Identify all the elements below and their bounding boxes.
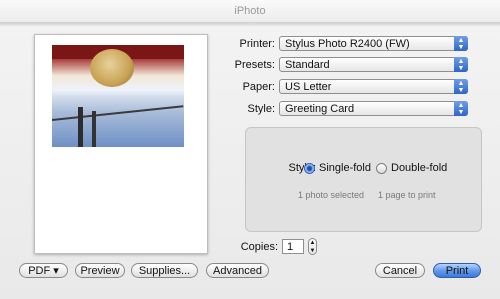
print-dialog: iPhoto Printer: Stylus Photo R2400 (FW) … — [0, 0, 500, 299]
pdf-button[interactable]: PDF ▾ — [19, 263, 68, 278]
popup-arrows-icon: ▲ ▼ — [454, 79, 468, 94]
printer-value: Stylus Photo R2400 (FW) — [285, 38, 410, 50]
paper-value: US Letter — [285, 81, 332, 93]
paper-label: Paper: — [242, 81, 275, 93]
photo-tower — [78, 107, 83, 147]
paper-popup[interactable]: US Letter ▲ ▼ — [279, 79, 468, 94]
sheet-edge — [0, 22, 500, 26]
advanced-button[interactable]: Advanced — [206, 263, 269, 278]
printer-label: Printer: — [239, 38, 275, 50]
copies-input[interactable]: 1 — [282, 239, 304, 254]
popup-arrows-icon: ▲ ▼ — [454, 36, 468, 51]
preview-button[interactable]: Preview — [75, 263, 125, 278]
photo-preview — [52, 45, 184, 147]
print-preview-page — [34, 34, 208, 254]
popup-arrows-icon: ▲ ▼ — [454, 57, 468, 72]
style-label: Style: — [247, 103, 275, 115]
photo-hair — [90, 49, 134, 87]
single-fold-label[interactable]: Single-fold — [319, 162, 371, 174]
photo-bridge — [52, 105, 184, 121]
photos-selected-text: 1 photo selected — [298, 190, 365, 200]
window-title: iPhoto — [0, 0, 500, 22]
pages-to-print-text: 1 page to print — [378, 190, 436, 200]
card-options-box: Style: Single-fold Double-fold 1 photo s… — [245, 127, 482, 232]
cancel-button[interactable]: Cancel — [375, 263, 425, 278]
copies-stepper[interactable]: ▲ ▼ — [308, 238, 317, 255]
style-popup[interactable]: Greeting Card ▲ ▼ — [279, 101, 468, 116]
print-button[interactable]: Print — [433, 263, 481, 278]
copies-label: Copies: — [240, 241, 278, 253]
double-fold-label[interactable]: Double-fold — [391, 162, 447, 174]
printer-popup[interactable]: Stylus Photo R2400 (FW) ▲ ▼ — [279, 36, 468, 51]
photo-tower-2 — [92, 111, 96, 147]
presets-label: Presets: — [234, 59, 275, 71]
presets-value: Standard — [285, 59, 330, 71]
double-fold-radio[interactable] — [376, 163, 387, 174]
style-value: Greeting Card — [285, 103, 355, 115]
popup-arrows-icon: ▲ ▼ — [454, 101, 468, 116]
supplies-button[interactable]: Supplies... — [131, 263, 198, 278]
single-fold-radio[interactable] — [304, 163, 315, 174]
presets-popup[interactable]: Standard ▲ ▼ — [279, 57, 468, 72]
